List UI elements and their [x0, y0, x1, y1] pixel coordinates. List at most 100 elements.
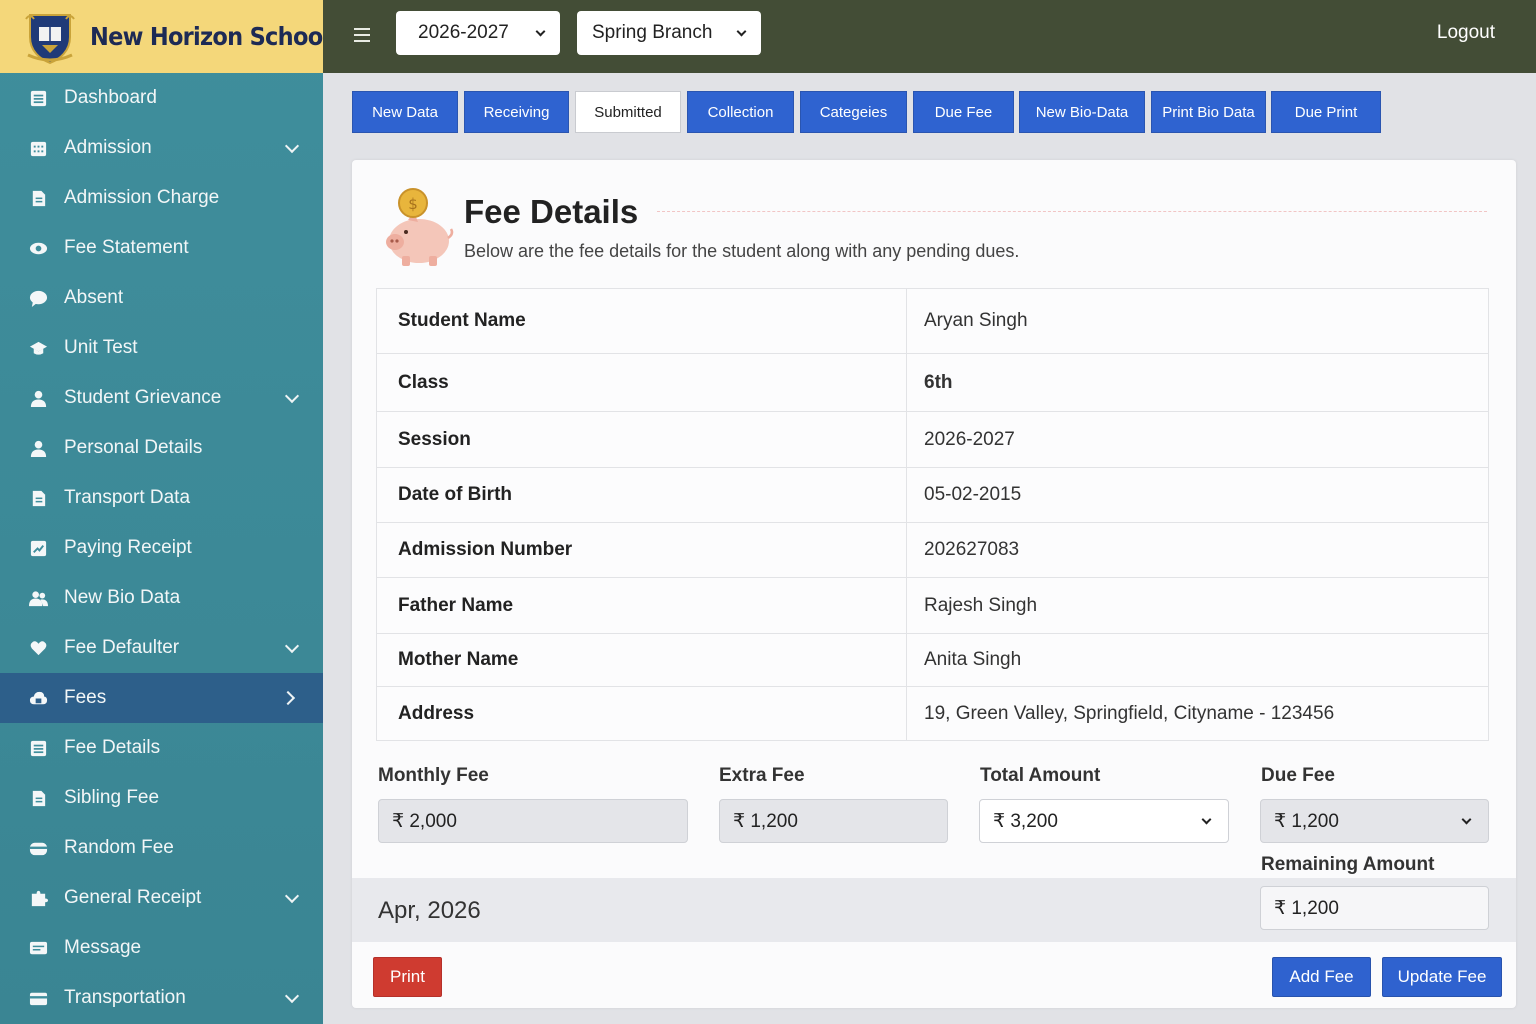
tab-new-bio-data[interactable]: New Bio-Data: [1019, 91, 1145, 133]
chevron-down-icon: [284, 988, 300, 1004]
sidebar-item-admission[interactable]: Admission: [0, 123, 323, 173]
tab-print-bio-data[interactable]: Print Bio Data: [1151, 91, 1266, 133]
sidebar-item-general-receipt[interactable]: General Receipt: [0, 873, 323, 923]
heart-hand-icon: [28, 638, 48, 658]
sidebar-item-admission-charge[interactable]: Admission Charge: [0, 173, 323, 223]
detail-value: Anita Singh: [906, 633, 1489, 687]
detail-label: Class: [376, 353, 907, 412]
puzzle-icon: [28, 888, 48, 908]
sidebar-item-dashboard[interactable]: Dashboard: [0, 73, 323, 123]
tab-submitted[interactable]: Submitted: [575, 91, 681, 133]
detail-value: 19, Green Valley, Springfield, Cityname …: [906, 686, 1489, 741]
sidebar-item-random-fee[interactable]: Random Fee: [0, 823, 323, 873]
remaining-amount-label: Remaining Amount: [1261, 854, 1435, 875]
branch-select-value: Spring Branch: [592, 22, 713, 43]
extra-fee-field[interactable]: ₹ 1,200: [719, 799, 948, 843]
session-select[interactable]: 2026-2027: [396, 11, 560, 55]
table-row: Father Name Rajesh Singh: [376, 577, 1489, 634]
calendar-grid-icon: [28, 138, 48, 158]
tab-categeies[interactable]: Categeies: [800, 91, 907, 133]
chevron-down-icon: [736, 26, 747, 37]
sidebar-item-absent[interactable]: Absent: [0, 273, 323, 323]
chevron-right-icon: [280, 690, 296, 706]
chevron-down-icon: [284, 388, 300, 404]
tab-new-data[interactable]: New Data: [352, 91, 458, 133]
tab-due-fee[interactable]: Due Fee: [913, 91, 1014, 133]
detail-value: Aryan Singh: [906, 288, 1489, 354]
tab-due-print[interactable]: Due Print: [1271, 91, 1381, 133]
sidebar-item-label: Unit Test: [64, 337, 138, 358]
page-title: Fee Details: [464, 193, 639, 230]
print-button[interactable]: Print: [373, 957, 442, 997]
message-icon: [28, 938, 48, 958]
detail-value: 202627083: [906, 522, 1489, 578]
svg-text:$: $: [408, 195, 418, 213]
school-name: New Horizon School: [90, 22, 330, 51]
sidebar-item-label: Random Fee: [64, 837, 174, 858]
logout-link[interactable]: Logout: [1437, 22, 1495, 44]
sidebar-menu: Dashboard Admission Admission Charge Fee St…: [0, 73, 323, 1023]
detail-label: Address: [376, 686, 907, 741]
sidebar-item-transport-data[interactable]: Transport Data: [0, 473, 323, 523]
detail-value: 05-02-2015: [906, 467, 1489, 523]
chevron-down-icon: [284, 138, 300, 154]
user-icon: [28, 438, 48, 458]
tab-receiving[interactable]: Receiving: [464, 91, 569, 133]
sidebar-item-label: Sibling Fee: [64, 787, 160, 808]
detail-label: Mother Name: [376, 633, 907, 687]
chevron-down-icon: [1461, 814, 1472, 825]
sidebar-item-label: Personal Details: [64, 437, 203, 458]
hamburger-menu-icon[interactable]: [354, 28, 370, 42]
chevron-down-icon: [284, 638, 300, 654]
sidebar-item-label: Transportation: [64, 987, 186, 1008]
sidebar-item-label: Message: [64, 937, 142, 958]
sidebar-item-label: Admission Charge: [64, 187, 220, 208]
document-icon: [28, 188, 48, 208]
detail-label: Session: [376, 411, 907, 468]
detail-value: Rajesh Singh: [906, 577, 1489, 634]
monthly-fee-field[interactable]: ₹ 2,000: [378, 799, 688, 843]
detail-label: Admission Number: [376, 522, 907, 578]
sidebar-item-fee-statement[interactable]: Fee Statement: [0, 223, 323, 273]
sidebar-item-student-grievance[interactable]: Student Grievance: [0, 373, 323, 423]
sidebar-item-fees[interactable]: Fees: [0, 673, 323, 723]
sidebar-item-label: General Receipt: [64, 887, 202, 908]
document-icon: [28, 788, 48, 808]
sidebar-item-fee-details[interactable]: Fee Details: [0, 723, 323, 773]
detail-label: Student Name: [376, 288, 907, 354]
school-crest-logo: [22, 9, 78, 65]
sidebar-item-unit-test[interactable]: Unit Test: [0, 323, 323, 373]
sidebar-item-label: Paying Receipt: [64, 537, 192, 558]
topbar: 2026-2027 Spring Branch Logout: [323, 0, 1536, 73]
update-fee-button[interactable]: Update Fee: [1382, 957, 1502, 997]
sidebar-item-label: Fee Statement: [64, 237, 189, 258]
sidebar-item-paying-receipt[interactable]: Paying Receipt: [0, 523, 323, 573]
tab-collection[interactable]: Collection: [687, 91, 794, 133]
branch-select[interactable]: Spring Branch: [577, 11, 761, 55]
graduation-cap-icon: [28, 338, 48, 358]
title-divider: [657, 211, 1487, 212]
cloud-lock-icon: [28, 688, 48, 708]
piggy-bank-icon: $: [374, 186, 456, 270]
sidebar-item-message[interactable]: Message: [0, 923, 323, 973]
sidebar-item-new-bio-data[interactable]: New Bio Data: [0, 573, 323, 623]
total-amount-select[interactable]: ₹ 3,200: [979, 799, 1229, 843]
sidebar-item-fee-defaulter[interactable]: Fee Defaulter: [0, 623, 323, 673]
brand[interactable]: New Horizon School: [0, 0, 330, 73]
due-fee-label: Due Fee: [1261, 765, 1335, 786]
table-row: Student Name Aryan Singh: [376, 288, 1489, 354]
remaining-amount-field[interactable]: ₹ 1,200: [1260, 886, 1489, 930]
sidebar-item-label: Transport Data: [64, 487, 191, 508]
due-fee-select[interactable]: ₹ 1,200: [1260, 799, 1489, 843]
sidebar-item-sibling-fee[interactable]: Sibling Fee: [0, 773, 323, 823]
sidebar-item-label: Dashboard: [64, 87, 157, 108]
sidebar-item-label: Admission: [64, 137, 152, 158]
due-fee-value: ₹ 1,200: [1274, 810, 1339, 832]
add-fee-button[interactable]: Add Fee: [1272, 957, 1371, 997]
sidebar-item-label: Student Grievance: [64, 387, 222, 408]
sidebar-item-personal-details[interactable]: Personal Details: [0, 423, 323, 473]
sidebar-item-transportation[interactable]: Transportation: [0, 973, 323, 1023]
month-label: Apr, 2026: [378, 897, 481, 924]
table-row: Admission Number 202627083: [376, 522, 1489, 578]
users-icon: [28, 588, 48, 608]
